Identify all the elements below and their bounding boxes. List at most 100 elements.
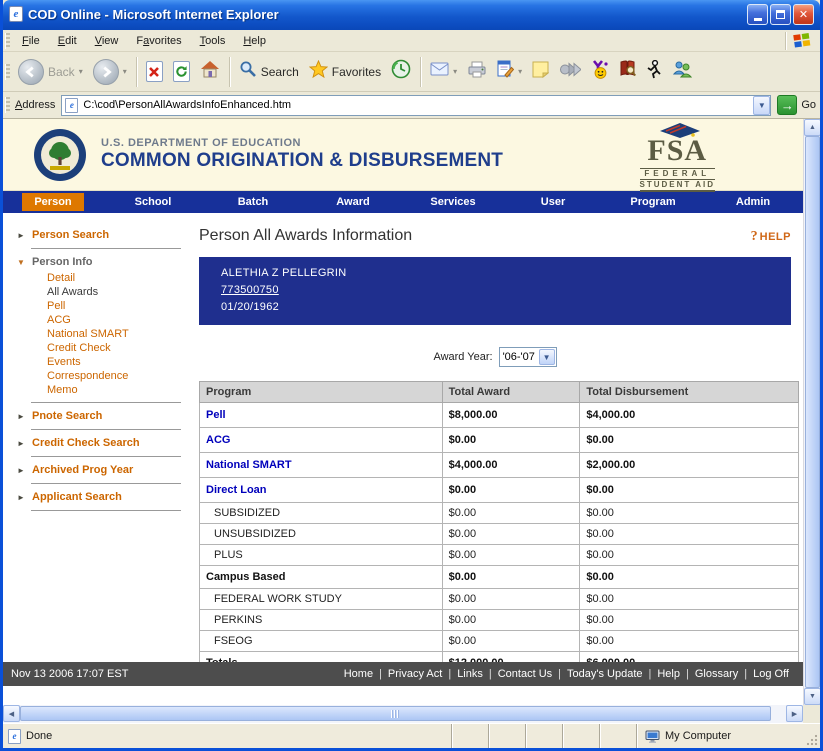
award-year-select[interactable]: '06-'07 ▼ xyxy=(499,347,557,367)
media-button[interactable] xyxy=(554,59,586,85)
total-disbursement-cell: $0.00 xyxy=(580,631,799,652)
total-disbursement-cell: $0.00 xyxy=(580,566,799,589)
menu-help[interactable]: Help xyxy=(234,32,275,50)
research-button[interactable] xyxy=(614,57,641,86)
edit-button[interactable]: ▾ xyxy=(492,57,527,86)
program-link[interactable]: Pell xyxy=(206,409,226,421)
total-award-cell: $0.00 xyxy=(442,566,580,589)
menu-view[interactable]: View xyxy=(86,32,128,50)
sidebar-item-archived-prog-year[interactable]: ►Archived Prog Year xyxy=(3,462,191,478)
browser-window: e COD Online - Microsoft Internet Explor… xyxy=(0,0,823,751)
refresh-button[interactable] xyxy=(168,58,195,85)
menu-bar: FileEditViewFavoritesToolsHelp xyxy=(3,30,820,52)
footer-link-log-off[interactable]: Log Off xyxy=(747,668,795,680)
nav-tab-person[interactable]: Person xyxy=(3,191,103,213)
sidebar-subitem-all-awards[interactable]: All Awards xyxy=(47,285,191,299)
program-link[interactable]: Direct Loan xyxy=(206,484,267,496)
help-link[interactable]: ? HELP xyxy=(751,229,791,245)
total-award-cell: $0.00 xyxy=(442,524,580,545)
sidebar-item-credit-check-search[interactable]: ►Credit Check Search xyxy=(3,435,191,451)
column-header-program: Program xyxy=(200,382,443,403)
menu-favorites[interactable]: Favorites xyxy=(127,32,190,50)
scroll-right-button[interactable]: ▶ xyxy=(786,705,803,722)
footer-link-contact-us[interactable]: Contact Us xyxy=(492,668,558,680)
sidebar-item-person-info[interactable]: ▼Person Info xyxy=(3,254,191,270)
footer-link-links[interactable]: Links xyxy=(451,668,489,680)
sidebar-item-pnote-search[interactable]: ►Pnote Search xyxy=(3,408,191,424)
status-bar: e Done My Computer xyxy=(3,723,820,748)
ie-page-icon: e xyxy=(8,729,21,744)
sidebar-subitem-national-smart[interactable]: National SMART xyxy=(47,327,191,341)
mail-icon xyxy=(430,62,449,81)
sidebar-subitem-detail[interactable]: Detail xyxy=(47,271,191,285)
toolbar-grip[interactable] xyxy=(5,64,10,80)
sidebar-subitem-acg[interactable]: ACG xyxy=(47,313,191,327)
toolbar-grip[interactable] xyxy=(5,33,10,49)
horizontal-scroll-thumb[interactable] xyxy=(20,706,771,721)
title-bar[interactable]: e COD Online - Microsoft Internet Explor… xyxy=(3,0,820,30)
program-link[interactable]: ACG xyxy=(206,434,230,446)
nav-tab-user[interactable]: User xyxy=(503,191,603,213)
address-dropdown-button[interactable]: ▼ xyxy=(753,96,770,115)
minimize-button[interactable] xyxy=(747,4,768,25)
footer-link-glossary[interactable]: Glossary xyxy=(689,668,744,680)
person-ssn-link[interactable]: 773500750 xyxy=(221,282,279,299)
history-button[interactable] xyxy=(386,56,416,87)
home-button[interactable] xyxy=(195,57,225,86)
horizontal-scrollbar[interactable]: ◀ ▶ xyxy=(3,705,820,723)
mail-button[interactable]: ▾ xyxy=(425,59,462,84)
table-row: FEDERAL WORK STUDY$0.00$0.00 xyxy=(200,589,799,610)
forward-button[interactable]: ▾ xyxy=(88,56,132,88)
nav-tab-services[interactable]: Services xyxy=(403,191,503,213)
back-button[interactable]: Back ▾ xyxy=(13,56,88,88)
resize-grip[interactable] xyxy=(804,724,820,748)
scroll-up-button[interactable]: ▲ xyxy=(804,119,821,136)
menu-edit[interactable]: Edit xyxy=(49,32,86,50)
stop-button[interactable] xyxy=(141,58,168,85)
person-name: ALETHIA Z PELLEGRIN xyxy=(221,265,791,282)
menu-file[interactable]: File xyxy=(13,32,49,50)
scroll-left-button[interactable]: ◀ xyxy=(3,705,20,722)
nav-tab-batch[interactable]: Batch xyxy=(203,191,303,213)
sidebar-item-applicant-search[interactable]: ►Applicant Search xyxy=(3,489,191,505)
sidebar-subitem-memo[interactable]: Memo xyxy=(47,383,191,397)
nav-tab-award[interactable]: Award xyxy=(303,191,403,213)
maximize-button[interactable] xyxy=(770,4,791,25)
nav-tab-admin[interactable]: Admin xyxy=(703,191,803,213)
address-input[interactable]: e C:\cod\PersonAllAwardsInfoEnhanced.htm… xyxy=(61,95,771,116)
close-button[interactable]: ✕ xyxy=(793,4,814,25)
footer-link-today-s-update[interactable]: Today's Update xyxy=(561,668,648,680)
vertical-scrollbar[interactable]: ▲ ▼ xyxy=(803,119,820,705)
footer-link-help[interactable]: Help xyxy=(651,668,686,680)
note-button[interactable] xyxy=(527,58,554,86)
sidebar: ►Person Search ▼Person InfoDetailAll Awar… xyxy=(3,213,191,648)
sidebar-subitem-correspondence[interactable]: Correspondence xyxy=(47,369,191,383)
program-link[interactable]: National SMART xyxy=(206,459,292,471)
footer-link-home[interactable]: Home xyxy=(338,668,379,680)
favorites-button[interactable]: Favorites xyxy=(304,57,386,86)
search-button[interactable]: Search xyxy=(234,57,304,86)
nav-tab-program[interactable]: Program xyxy=(603,191,703,213)
toolbar-grip[interactable] xyxy=(5,97,10,113)
vertical-scroll-thumb[interactable] xyxy=(805,136,820,688)
sidebar-item-person-search[interactable]: ►Person Search xyxy=(3,227,191,243)
aim-button[interactable] xyxy=(641,57,667,87)
yahoo-messenger-button[interactable] xyxy=(586,57,614,87)
awards-table: Program Total Award Total Disbursement P… xyxy=(199,381,799,675)
program-cell: FEDERAL WORK STUDY xyxy=(200,589,443,610)
ie-page-icon: e xyxy=(65,98,78,113)
sidebar-subitem-events[interactable]: Events xyxy=(47,355,191,369)
sidebar-subitem-credit-check[interactable]: Credit Check xyxy=(47,341,191,355)
chevron-down-icon: ▾ xyxy=(123,67,127,76)
scroll-down-button[interactable]: ▼ xyxy=(804,688,821,705)
print-button[interactable] xyxy=(462,58,492,86)
footer-link-privacy-act[interactable]: Privacy Act xyxy=(382,668,448,680)
menu-tools[interactable]: Tools xyxy=(191,32,235,50)
program-cell: Pell xyxy=(200,403,443,428)
total-award-cell: $0.00 xyxy=(442,545,580,566)
total-award-cell: $0.00 xyxy=(442,478,580,503)
nav-tab-school[interactable]: School xyxy=(103,191,203,213)
go-button[interactable]: → Go xyxy=(777,95,816,115)
sidebar-subitem-pell[interactable]: Pell xyxy=(47,299,191,313)
messenger-button[interactable] xyxy=(667,57,697,86)
